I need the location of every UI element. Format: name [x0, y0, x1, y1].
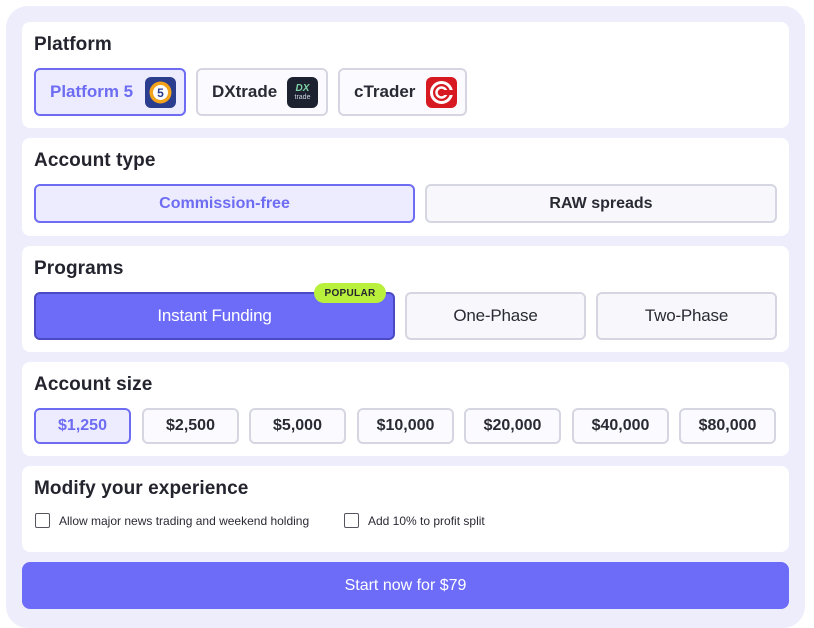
- platform-option-platform5[interactable]: Platform 5 5: [34, 68, 186, 116]
- profit-split-checkbox[interactable]: Add 10% to profit split: [344, 513, 485, 528]
- account-type-commission-free[interactable]: Commission-free: [34, 184, 415, 223]
- platform-option-ctrader[interactable]: cTrader: [338, 68, 467, 116]
- platform-option-label: DXtrade: [212, 82, 278, 101]
- platform5-logo-icon: 5: [145, 77, 176, 108]
- size-option-2500[interactable]: $2,500: [142, 408, 239, 444]
- size-option-80000[interactable]: $80,000: [679, 408, 776, 444]
- ctrader-logo-icon: [426, 77, 457, 108]
- checkbox-label: Allow major news trading and weekend hol…: [59, 513, 310, 528]
- platform-card: Platform Platform 5 5 DXtrade DX trade c…: [22, 22, 789, 128]
- dxtrade-logo-word: trade: [294, 94, 311, 101]
- account-size-card: Account size $1,250 $2,500 $5,000 $10,00…: [22, 362, 789, 456]
- platform-option-label: Platform 5: [50, 82, 134, 101]
- program-two-phase[interactable]: Two-Phase: [596, 292, 777, 340]
- modify-title: Modify your experience: [34, 478, 249, 499]
- platform-title: Platform: [34, 34, 112, 55]
- checkbox-box[interactable]: [344, 513, 359, 528]
- news-trading-checkbox[interactable]: Allow major news trading and weekend hol…: [35, 513, 309, 528]
- account-type-raw-spreads[interactable]: RAW spreads: [425, 184, 777, 223]
- popular-badge: POPULAR: [314, 283, 386, 303]
- dxtrade-logo-mark: DX: [295, 83, 310, 94]
- account-type-card: Account type Commission-free RAW spreads: [22, 138, 789, 236]
- platform-option-dxtrade[interactable]: DXtrade DX trade: [196, 68, 328, 116]
- account-size-title: Account size: [34, 374, 153, 395]
- size-option-5000[interactable]: $5,000: [249, 408, 346, 444]
- programs-title: Programs: [34, 258, 124, 279]
- platform5-logo-text: 5: [157, 86, 164, 100]
- size-option-10000[interactable]: $10,000: [357, 408, 454, 444]
- checkbox-box[interactable]: [35, 513, 50, 528]
- start-now-button[interactable]: Start now for $79: [22, 562, 789, 609]
- program-one-phase[interactable]: One-Phase: [405, 292, 586, 340]
- modify-experience-card: Modify your experience Allow major news …: [22, 466, 789, 552]
- size-option-1250[interactable]: $1,250: [34, 408, 131, 444]
- platform-option-label: cTrader: [354, 82, 416, 101]
- size-option-40000[interactable]: $40,000: [572, 408, 669, 444]
- programs-card: Programs Instant Funding POPULAR One-Pha…: [22, 246, 789, 352]
- account-type-title: Account type: [34, 150, 156, 171]
- size-option-20000[interactable]: $20,000: [464, 408, 561, 444]
- checkbox-label: Add 10% to profit split: [368, 513, 485, 528]
- dxtrade-logo-icon: DX trade: [287, 77, 318, 108]
